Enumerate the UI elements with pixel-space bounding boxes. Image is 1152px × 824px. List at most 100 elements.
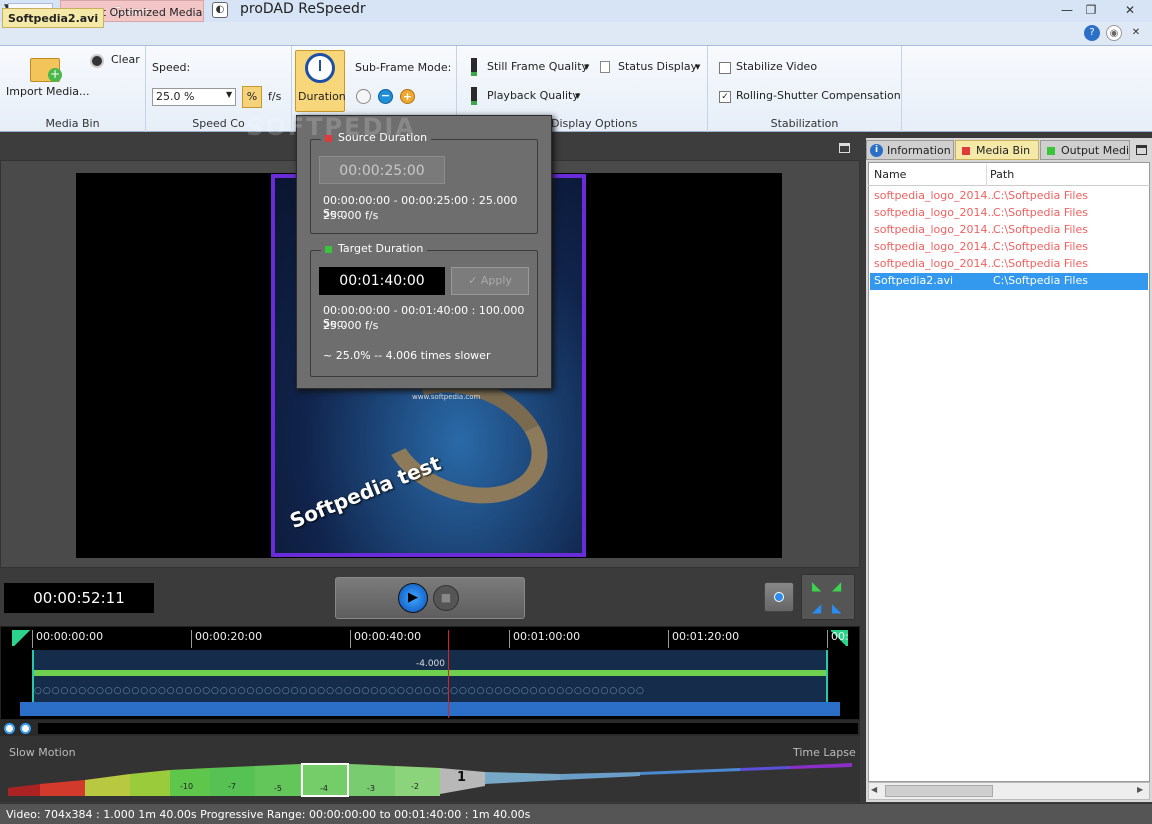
ribbon: + Import Media... Clear Media Bin Speed:… (0, 46, 1152, 132)
target-fps-text: 25.000 f/s (323, 319, 379, 332)
still-frame-dropdown-icon[interactable]: ▼ (584, 63, 589, 71)
ruler-tick: 00:01:20:00 (668, 630, 739, 648)
timeline-frame-markers: ○○○○○○○○○○○○○○○○○○○○○○○○○○○○○○○○○○○○○○○○… (34, 686, 645, 696)
speed-step-label: -10 (180, 782, 194, 791)
ribbon-close-icon[interactable]: ✕ (1128, 25, 1144, 41)
output-indicator-icon (1047, 147, 1055, 155)
speed-label: Speed: (152, 61, 191, 74)
watermark: SOFTPEDIA (246, 113, 416, 141)
set-in-marker-icon[interactable]: ◣ (812, 579, 821, 593)
set-out-marker-icon[interactable]: ◢ (832, 579, 841, 593)
checkmark-icon: ✓ (468, 274, 481, 287)
stabilize-checkbox[interactable] (719, 62, 731, 74)
column-header-name[interactable]: Name (874, 168, 906, 181)
help-icon[interactable]: ? (1084, 25, 1100, 41)
speed-dropdown-icon[interactable]: ▼ (226, 90, 232, 99)
speed-step-label: 1 (457, 770, 467, 785)
rolling-shutter-checkbox[interactable]: ✓ (719, 91, 731, 103)
rolling-shutter-label: Rolling-Shutter Compensation (736, 89, 901, 102)
scroll-right-icon[interactable]: ▶ (1137, 785, 1143, 794)
tab-media-bin[interactable]: Media Bin (955, 140, 1039, 160)
transport-controls (335, 577, 525, 619)
scroll-thumb[interactable] (885, 785, 993, 797)
tab-output-media[interactable]: Output Media (1040, 140, 1130, 160)
document-tab[interactable]: Softpedia2.avi (2, 8, 105, 28)
close-button[interactable]: ✕ (1112, 2, 1148, 18)
minimize-button[interactable]: — (1056, 2, 1078, 18)
selected-speed-step[interactable] (301, 763, 349, 797)
marker-buttons: ◣ ◢ ◢ ◣ (801, 574, 855, 620)
status-display-dropdown-icon[interactable]: ▼ (695, 63, 700, 71)
duration-label: Duration (298, 90, 346, 103)
target-ratio-text: ~ 25.0% -- 4.006 times slower (323, 349, 491, 362)
subframe-minus-icon[interactable]: − (378, 89, 393, 104)
group-stabilization: Stabilize Video ✓ Rolling-Shutter Compen… (708, 46, 902, 132)
clock-hand-icon (319, 60, 321, 71)
timeline-playhead[interactable] (448, 630, 449, 718)
column-divider (986, 164, 987, 186)
tab-information[interactable]: i Information (866, 140, 954, 160)
source-fps-text: 25.000 f/s (323, 209, 379, 222)
timeline-source-track (20, 702, 840, 716)
ruler-tick: 00:01:00:00 (509, 630, 580, 648)
source-duration-group: Source Duration 00:00:25:00 00:00:00:00 … (310, 131, 538, 234)
media-list-header: Name Path (868, 164, 1150, 186)
play-button[interactable]: ▶ (398, 583, 428, 613)
timeline-speed-line (34, 670, 826, 676)
fps-toggle[interactable]: f/s (268, 90, 281, 103)
speed-curve-graph[interactable] (0, 736, 860, 802)
poster-url-text: www.softpedia.com (412, 393, 481, 401)
goto-out-marker-icon[interactable]: ◣ (832, 601, 841, 615)
list-item[interactable]: softpedia_logo_2014... C:\Softpedia Files (870, 239, 1148, 256)
column-header-path[interactable]: Path (990, 168, 1014, 181)
speed-input[interactable]: 25.0 % (152, 88, 236, 106)
settings-icon[interactable]: ◉ (1106, 25, 1122, 41)
clear-icon (90, 54, 104, 68)
playback-dropdown-icon[interactable]: ▼ (575, 92, 580, 100)
target-duration-group: Target Duration 00:01:40:00 ✓ Apply 00:0… (310, 242, 538, 377)
zoom-in-icon[interactable] (4, 723, 15, 734)
apply-button[interactable]: ✓ Apply (451, 267, 529, 295)
app-logo-icon: ◐ (212, 2, 228, 18)
stop-button[interactable]: ■ (433, 585, 459, 611)
playback-quality-button[interactable]: Playback Quality (487, 89, 579, 102)
subframe-off-icon[interactable] (356, 89, 371, 104)
speed-step-label: -3 (367, 784, 375, 793)
duration-popup: Source Duration 00:00:25:00 00:00:00:00 … (296, 115, 552, 389)
media-bin-indicator-icon (962, 147, 970, 155)
zoom-out-icon[interactable] (20, 723, 31, 734)
target-timecode-input[interactable]: 00:01:40:00 (319, 267, 445, 295)
list-item-selected[interactable]: Softpedia2.avi C:\Softpedia Files (870, 273, 1148, 290)
target-duration-title: Target Duration (321, 242, 428, 255)
still-frame-quality-button[interactable]: Still Frame Quality (487, 60, 588, 73)
status-display-button[interactable]: Status Display (618, 60, 697, 73)
list-item[interactable]: softpedia_logo_2014... C:\Softpedia Files (870, 188, 1148, 205)
still-frame-icon (471, 58, 477, 76)
timeline-scrollbar[interactable] (38, 723, 858, 734)
current-timecode: 00:00:52:11 (4, 583, 154, 613)
duration-button[interactable]: Duration (295, 50, 346, 112)
maximize-panel-icon[interactable] (1136, 145, 1147, 155)
import-media-button[interactable]: Import Media... (6, 85, 90, 98)
speed-step-label: -5 (274, 784, 282, 793)
scroll-left-icon[interactable]: ◀ (871, 785, 877, 794)
tab-information-label: Information (887, 144, 951, 157)
playback-quality-icon (471, 87, 477, 105)
info-icon: i (870, 144, 883, 157)
list-item[interactable]: softpedia_logo_2014... C:\Softpedia Files (870, 222, 1148, 239)
maximize-preview-icon[interactable] (839, 143, 850, 153)
group-label-stabilization: Stabilization (770, 117, 839, 130)
restore-button[interactable]: ❐ (1080, 2, 1102, 18)
ribbon-tab-row (0, 22, 1152, 46)
list-item[interactable]: softpedia_logo_2014... C:\Softpedia Files (870, 256, 1148, 273)
speed-step-label: -2 (411, 782, 419, 791)
percent-toggle[interactable]: % (242, 86, 262, 108)
clear-button[interactable]: Clear (111, 53, 140, 66)
list-item[interactable]: softpedia_logo_2014... C:\Softpedia Files (870, 205, 1148, 222)
record-dot-icon (774, 592, 784, 602)
timeline-in-handle[interactable] (12, 630, 32, 646)
speed-step-label: -7 (228, 782, 236, 791)
goto-in-marker-icon[interactable]: ◢ (812, 601, 821, 615)
subframe-plus-icon[interactable]: + (400, 89, 415, 104)
media-list-scrollbar[interactable]: ◀ ▶ (868, 782, 1150, 800)
